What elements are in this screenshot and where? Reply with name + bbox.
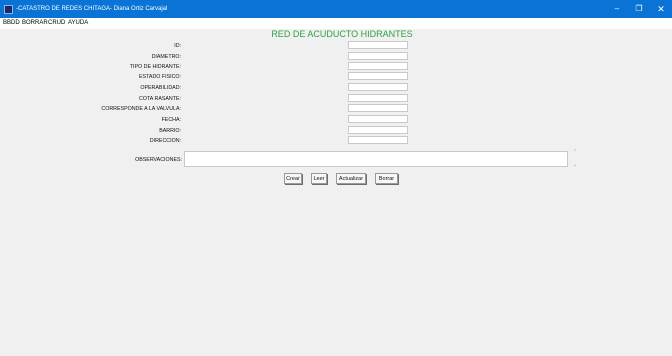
chevron-down-icon[interactable]: ⌄ [571, 162, 579, 168]
barrio-field[interactable] [348, 126, 408, 134]
label-estado-fisico: ESTADO FISICO: [139, 74, 181, 80]
crear-button[interactable]: Crear [284, 173, 302, 184]
fecha-field[interactable] [348, 115, 408, 123]
chevron-up-icon[interactable]: ⌃ [571, 149, 579, 155]
form-title: RED DE ACUDUCTO HIDRANTES [271, 29, 413, 39]
actualizar-button[interactable]: Actualizar [336, 173, 366, 184]
close-icon[interactable]: ✕ [650, 0, 672, 18]
app-window-icon[interactable] [4, 5, 13, 14]
leer-button[interactable]: Leer [311, 173, 327, 184]
label-operabilidad: OPERABILIDAD: [140, 85, 181, 91]
label-id: ID: [174, 43, 181, 49]
cota-rasante-field[interactable] [348, 94, 408, 102]
observaciones-textarea[interactable] [184, 151, 568, 167]
title-bar: -CATASTRO DE REDES CHITAGA- Diana Ortiz … [0, 0, 672, 18]
label-cota-rasante: COTA RASANTE: [139, 96, 181, 102]
operabilidad-field[interactable] [348, 83, 408, 91]
corresponde-valvula-field[interactable] [348, 104, 408, 112]
tipo-hidrante-field[interactable] [348, 62, 408, 70]
borrar-button[interactable]: Borrar [375, 173, 398, 184]
label-direccion: DIRECCION: [149, 138, 181, 144]
observaciones-scrollbar[interactable]: ⌃ ⌄ [571, 149, 579, 169]
id-field[interactable] [348, 41, 408, 49]
minimize-icon[interactable]: – [606, 0, 628, 18]
estado-fisico-field[interactable] [348, 72, 408, 80]
label-diametro: DIAMETRO: [151, 54, 181, 60]
maximize-icon[interactable]: ❐ [628, 0, 650, 18]
label-fecha: FECHA: [161, 117, 181, 123]
label-corresponde-valvula: CORRESPONDE A LA VALVULA: [101, 106, 181, 112]
direccion-field[interactable] [348, 136, 408, 144]
window-title: -CATASTRO DE REDES CHITAGA- Diana Ortiz … [16, 6, 168, 12]
label-barrio: BARRIO: [159, 128, 181, 134]
label-observaciones: OBSERVACIONES: [135, 157, 182, 163]
label-tipo-hidrante: TIPO DE HIDRANTE: [129, 64, 181, 70]
diametro-field[interactable] [348, 52, 408, 60]
